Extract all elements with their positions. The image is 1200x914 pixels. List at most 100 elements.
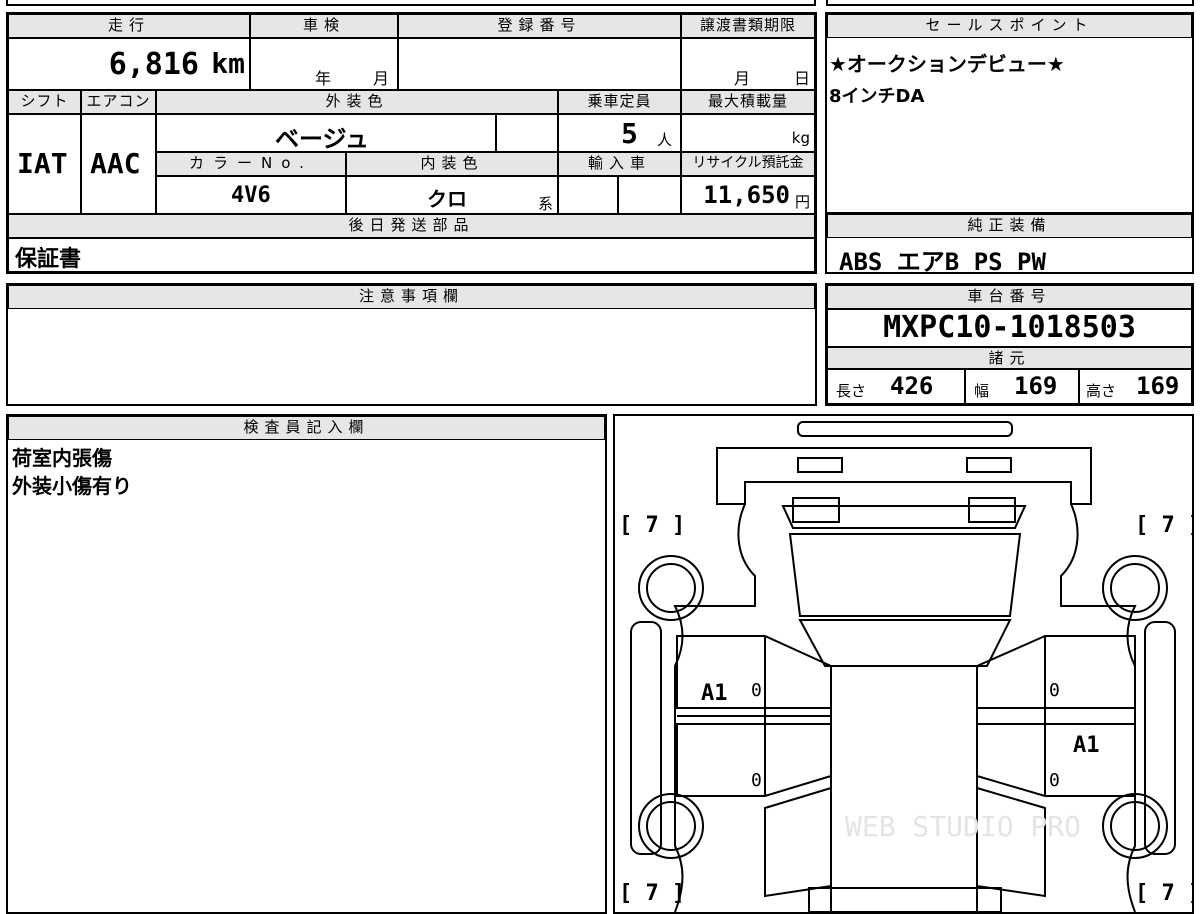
top-strip bbox=[6, 0, 816, 6]
zero-left-rear: 0 bbox=[751, 770, 762, 791]
inspection-year: 年 bbox=[315, 69, 332, 88]
notes-header: 注意事項欄 bbox=[8, 285, 815, 309]
exterior-color-value: ベージュ bbox=[275, 125, 369, 152]
max-load-header: 最大積載量 bbox=[681, 90, 815, 114]
left-rear-quarter bbox=[764, 786, 832, 898]
mileage-value: 6,816 bbox=[108, 47, 199, 82]
tire-label-rear-right: [ 7 ] bbox=[1135, 881, 1192, 906]
left-headlight bbox=[797, 457, 843, 473]
mileage-unit: km bbox=[211, 47, 245, 80]
capacity-header: 乗車定員 bbox=[558, 90, 681, 114]
car-diagram-box: [ 7 ] [ 7 ] [ 7 ] [ 7 ] A1 A1 0 0 0 0 WE… bbox=[613, 414, 1194, 914]
inspector-box: 検査員記入欄 荷室内張傷 外装小傷有り bbox=[6, 414, 607, 914]
spec-height-cell: 高さ 169 bbox=[1079, 369, 1192, 404]
front-right-tire bbox=[1102, 555, 1168, 621]
zero-right-front: 0 bbox=[1049, 680, 1060, 701]
notes-box: 注意事項欄 bbox=[6, 283, 817, 406]
aircon-value: AAC bbox=[90, 147, 141, 180]
exterior-color-cell: ベージュ bbox=[156, 114, 496, 152]
damage-code-left-door: A1 bbox=[701, 681, 728, 706]
transfer-deadline-header: 譲渡書類期限 bbox=[681, 14, 815, 38]
shift-header: シフト bbox=[8, 90, 81, 114]
import-car-cell-1 bbox=[558, 176, 618, 214]
transfer-day: 日 bbox=[794, 69, 811, 88]
color-no-cell: 4V6 bbox=[156, 176, 346, 214]
recycle-deposit-header: リサイクル預託金 bbox=[681, 152, 815, 176]
sales-point-header: セールスポイント bbox=[827, 14, 1192, 38]
aircon-cell: AAC bbox=[81, 114, 156, 214]
color-no-value: 4V6 bbox=[231, 183, 271, 208]
interior-color-unit: 系 bbox=[537, 195, 553, 213]
watermark: WEB STUDIO PRO bbox=[845, 810, 1081, 843]
chassis-value-cell: MXPC10-1018503 bbox=[827, 309, 1192, 347]
front-panel bbox=[716, 447, 1092, 505]
aircon-header: エアコン bbox=[81, 90, 156, 114]
inspection-month: 月 bbox=[373, 69, 390, 88]
sales-point-line2: 8インチDA bbox=[829, 86, 925, 107]
sales-point-box: セールスポイント ★オークションデビュー★ 8インチDA bbox=[825, 12, 1194, 214]
hood bbox=[788, 533, 1022, 617]
import-car-header: 輸入車 bbox=[558, 152, 681, 176]
exterior-color-header: 外装色 bbox=[156, 90, 558, 114]
equipment-value: ABS エアB PS PW bbox=[839, 248, 1046, 276]
mileage-header: 走行 bbox=[8, 14, 250, 38]
top-strip-right bbox=[826, 0, 1194, 6]
capacity-cell: 5 人 bbox=[558, 114, 681, 152]
car-diagram: [ 7 ] [ 7 ] [ 7 ] [ 7 ] A1 A1 0 0 0 0 WE… bbox=[619, 421, 1192, 912]
sales-point-line1: ★オークションデビュー★ bbox=[829, 52, 1065, 76]
cabin bbox=[830, 665, 978, 912]
wiper-left bbox=[792, 497, 840, 523]
recycle-deposit-unit: 円 bbox=[794, 193, 810, 211]
zero-right-rear: 0 bbox=[1049, 770, 1060, 791]
inspector-note-2: 外装小傷有り bbox=[12, 474, 132, 498]
left-side-bar bbox=[630, 621, 662, 855]
tire-label-front-left: [ 7 ] bbox=[619, 513, 685, 538]
capacity-unit: 人 bbox=[657, 131, 673, 149]
roof bbox=[798, 619, 1012, 667]
spec-width-cell: 幅 169 bbox=[965, 369, 1079, 404]
inspection-header: 車検 bbox=[250, 14, 398, 38]
spec-width-label: 幅 bbox=[974, 382, 990, 400]
spec-length-cell: 長さ 426 bbox=[827, 369, 965, 404]
zero-left-front: 0 bbox=[751, 680, 762, 701]
import-car-cell-2 bbox=[618, 176, 681, 214]
windshield bbox=[781, 505, 1027, 529]
mileage-cell: 6,816 km bbox=[8, 38, 250, 90]
front-bumper bbox=[797, 421, 1013, 437]
spec-length-label: 長さ bbox=[836, 382, 867, 400]
equipment-header: 純正装備 bbox=[827, 214, 1192, 238]
rear-left-tire bbox=[638, 793, 704, 859]
inspector-note-1: 荷室内張傷 bbox=[12, 446, 112, 470]
inspector-header: 検査員記入欄 bbox=[8, 416, 605, 440]
color-no-header: カラーNo. bbox=[156, 152, 346, 176]
shift-cell: IAT bbox=[8, 114, 81, 214]
registration-header: 登録番号 bbox=[398, 14, 681, 38]
inspection-cell: 年 月 bbox=[250, 38, 398, 90]
spec-length-value: 426 bbox=[890, 372, 934, 400]
right-headlight bbox=[966, 457, 1012, 473]
damage-code-right-door: A1 bbox=[1073, 733, 1100, 758]
later-parts-header: 後日発送部品 bbox=[8, 214, 815, 238]
tire-label-front-right: [ 7 ] bbox=[1135, 513, 1192, 538]
rear-bumper bbox=[808, 887, 1002, 912]
wiper-right bbox=[968, 497, 1016, 523]
right-side-bar bbox=[1144, 621, 1176, 855]
max-load-cell: kg bbox=[681, 114, 815, 152]
shift-value: IAT bbox=[17, 147, 68, 180]
interior-color-cell: クロ 系 bbox=[346, 176, 558, 214]
exterior-color-extra-cell bbox=[496, 114, 558, 152]
specs-header: 諸元 bbox=[827, 347, 1192, 369]
spec-width-value: 169 bbox=[1014, 372, 1058, 400]
transfer-deadline-cell: 月 日 bbox=[681, 38, 815, 90]
later-parts-value: 保証書 bbox=[15, 247, 82, 272]
tire-label-rear-left: [ 7 ] bbox=[619, 881, 685, 906]
capacity-value: 5 bbox=[621, 117, 638, 150]
front-left-tire bbox=[638, 555, 704, 621]
vehicle-info-table: 走行 車検 登録番号 譲渡書類期限 6,816 km 年 月 月 日 シフト エ… bbox=[6, 12, 817, 274]
chassis-header: 車台番号 bbox=[827, 285, 1192, 309]
equipment-box: 純正装備 ABS エアB PS PW bbox=[825, 212, 1194, 276]
later-parts-cell: 保証書 bbox=[8, 238, 815, 272]
recycle-deposit-value: 11,650 bbox=[703, 181, 790, 209]
spec-height-label: 高さ bbox=[1086, 382, 1117, 400]
registration-cell bbox=[398, 38, 681, 90]
